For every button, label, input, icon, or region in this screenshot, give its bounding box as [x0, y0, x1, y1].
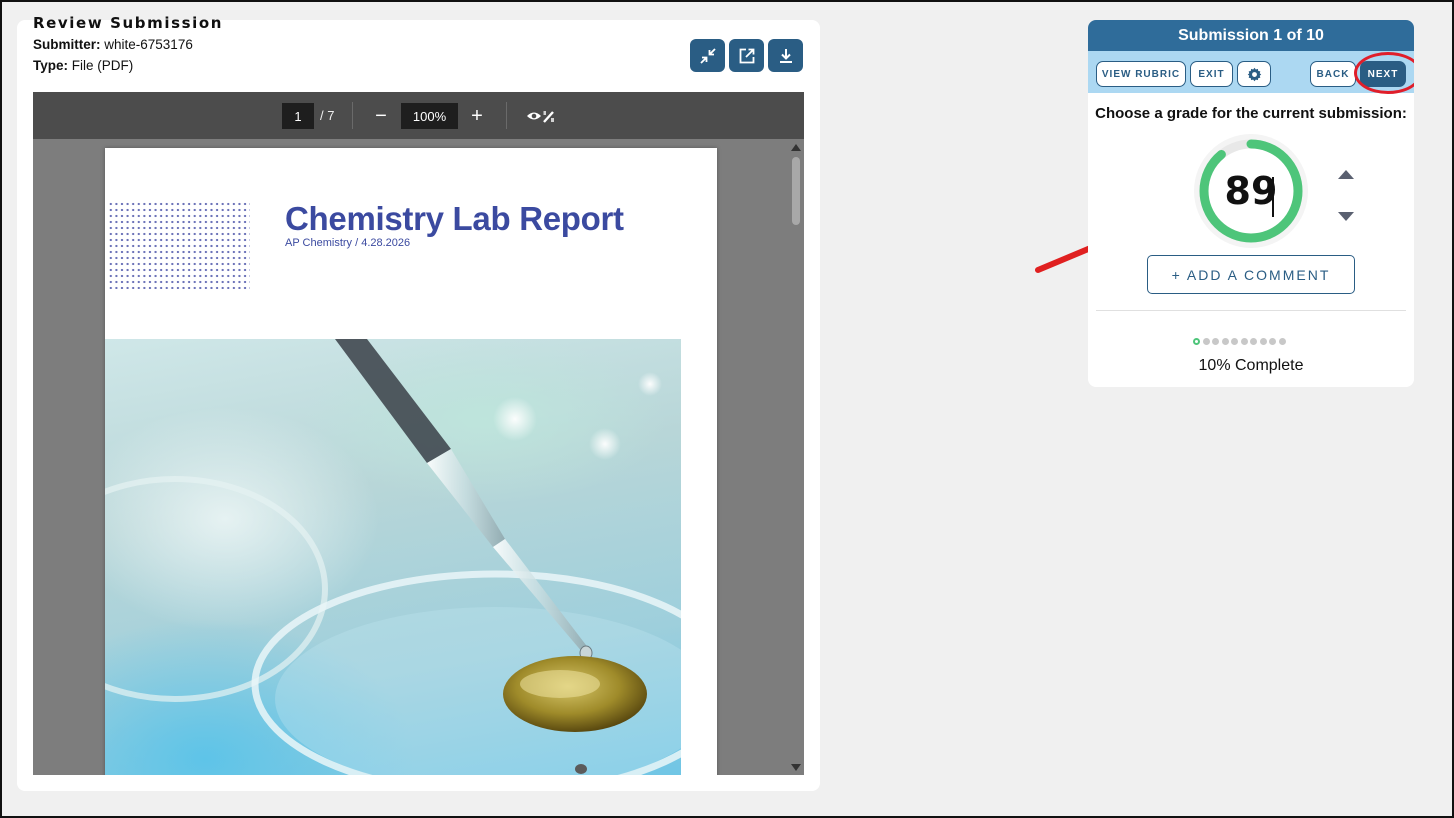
pipette-petri-illustration [105, 339, 681, 775]
submitter-label: Submitter: [33, 37, 101, 52]
grading-panel: Submission 1 of 10 VIEW RUBRIC EXIT BACK… [1088, 20, 1414, 387]
progress-dot [1231, 338, 1238, 345]
settings-button[interactable] [1237, 61, 1271, 87]
submitter-value: white-6753176 [104, 37, 193, 52]
vertical-scrollbar[interactable] [788, 139, 804, 775]
grade-increment-icon[interactable] [1338, 170, 1354, 179]
collapse-button[interactable] [690, 39, 725, 72]
submitter-line: Submitter: white-6753176 [33, 37, 193, 52]
progress-dot [1259, 338, 1267, 345]
grade-prompt: Choose a grade for the current submissio… [1095, 105, 1407, 122]
progress-dot [1240, 338, 1248, 345]
decorative-dot-grid [108, 201, 250, 289]
type-value: File (PDF) [71, 58, 134, 73]
grade-value[interactable]: 89 [1194, 134, 1308, 248]
zoom-level[interactable]: 100% [401, 103, 458, 129]
exit-button[interactable]: EXIT [1190, 61, 1233, 87]
document-title: Chemistry Lab Report [285, 200, 624, 237]
progress-dot [1202, 338, 1210, 345]
lab-photo [105, 339, 681, 775]
progress-dot [1193, 338, 1200, 345]
toolbar-divider [506, 102, 507, 129]
scroll-down-arrow[interactable] [791, 764, 801, 771]
progress-dots [1193, 338, 1286, 345]
annotation-toggle-button[interactable] [525, 105, 557, 127]
scroll-thumb[interactable] [792, 157, 800, 225]
page-total: / 7 [320, 108, 335, 123]
grade-decrement-icon[interactable] [1338, 212, 1354, 221]
panel-divider [1096, 310, 1406, 311]
download-icon [779, 48, 792, 63]
back-button[interactable]: BACK [1310, 61, 1356, 87]
toolbar-divider [352, 102, 353, 129]
open-external-button[interactable] [729, 39, 764, 72]
progress-dot [1278, 338, 1286, 345]
view-rubric-button[interactable]: VIEW RUBRIC [1096, 61, 1186, 87]
add-comment-button[interactable]: + ADD A COMMENT [1147, 255, 1355, 294]
grade-input[interactable]: 89 [1194, 134, 1308, 248]
progress-dot [1250, 338, 1257, 345]
pdf-viewer[interactable]: 1 / 7 − 100% + Chemistry Lab Report AP C… [33, 92, 804, 775]
gear-icon [1247, 67, 1261, 81]
pdf-toolbar: 1 / 7 − 100% + [33, 92, 804, 139]
zoom-out-button[interactable]: − [370, 103, 392, 129]
submission-counter: Submission 1 of 10 [1088, 20, 1414, 51]
collapse-icon [699, 47, 716, 64]
review-title: Review Submission [33, 14, 224, 32]
page-number-input[interactable]: 1 [282, 103, 314, 129]
grading-toolbar: VIEW RUBRIC EXIT BACK NEXT [1088, 51, 1414, 94]
pdf-page: Chemistry Lab Report AP Chemistry / 4.28… [105, 148, 717, 775]
progress-dot [1212, 338, 1219, 345]
type-label: Type: [33, 58, 69, 73]
document-toolbar [690, 39, 803, 72]
review-card: Review Submission Submitter: white-67531… [17, 14, 820, 791]
scroll-up-arrow[interactable] [791, 144, 801, 151]
progress-dot [1269, 338, 1276, 345]
open-external-icon [739, 48, 754, 63]
progress-text: 10% Complete [1198, 357, 1304, 374]
progress-dot [1221, 338, 1229, 345]
eye-pen-icon [527, 111, 554, 123]
next-highlight-ring [1354, 52, 1414, 94]
document-subtitle: AP Chemistry / 4.28.2026 [285, 237, 411, 249]
zoom-in-button[interactable]: + [466, 103, 488, 129]
type-line: Type: File (PDF) [33, 58, 133, 73]
download-button[interactable] [768, 39, 803, 72]
text-cursor [1272, 177, 1274, 217]
